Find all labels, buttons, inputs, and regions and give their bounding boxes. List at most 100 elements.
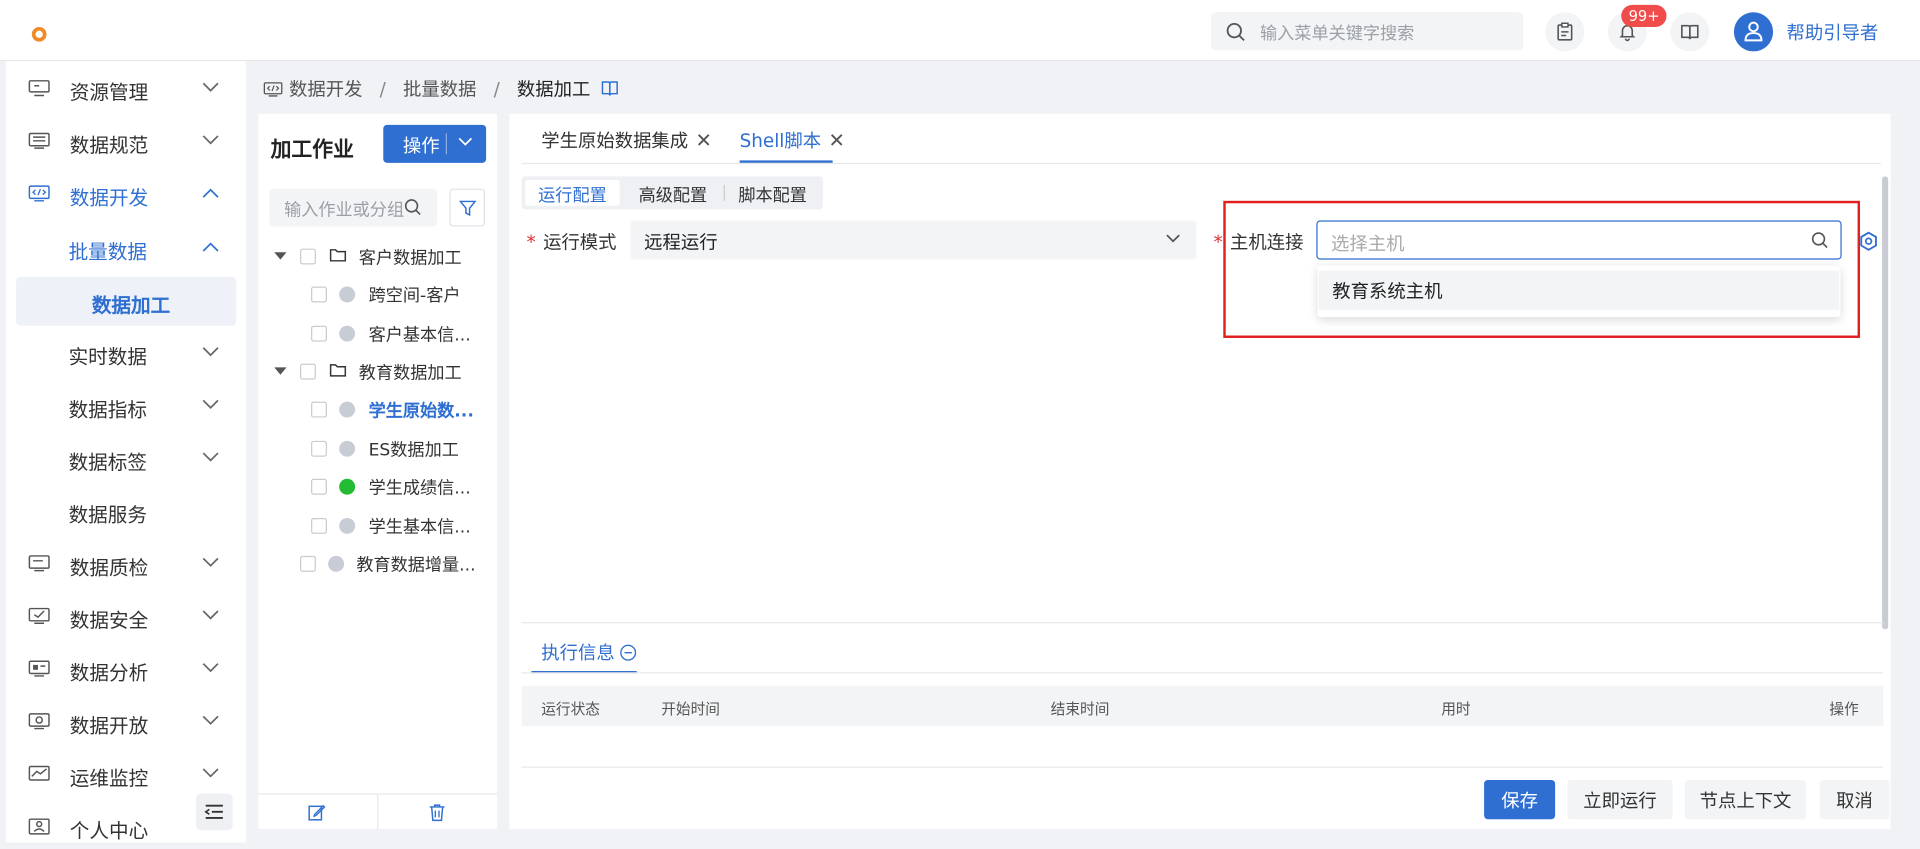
chevron-down-icon bbox=[202, 82, 219, 92]
username[interactable]: 帮助引导者 bbox=[1787, 20, 1879, 46]
trash-icon[interactable] bbox=[429, 803, 446, 822]
minus-circle-icon[interactable] bbox=[620, 644, 637, 661]
chevron-down-icon bbox=[202, 347, 219, 357]
tree-label: 学生基本信... bbox=[368, 517, 471, 538]
breadcrumb-separator: / bbox=[493, 77, 500, 100]
sidebar-item-analysis[interactable]: 数据分析 bbox=[6, 644, 246, 693]
tree-folder[interactable]: 教育数据加工 bbox=[258, 354, 497, 388]
breadcrumb-item[interactable]: 数据开发 bbox=[289, 76, 362, 102]
checkbox[interactable] bbox=[300, 555, 316, 572]
tab-advanced-config[interactable]: 高级配置 bbox=[627, 180, 719, 206]
checkbox[interactable] bbox=[311, 286, 327, 303]
tree-item[interactable]: 学生基本信... bbox=[258, 508, 497, 542]
host-option[interactable]: 教育系统主机 bbox=[1318, 270, 1840, 310]
tree-item[interactable]: ES数据加工 bbox=[258, 431, 497, 465]
chevron-up-icon bbox=[202, 242, 219, 252]
sidebar-item-realtime[interactable]: 实时数据 bbox=[6, 328, 246, 377]
checkbox[interactable] bbox=[311, 401, 327, 418]
sidebar-item-label: 数据质检 bbox=[69, 555, 149, 580]
tab-run-config[interactable]: 运行配置 bbox=[525, 180, 620, 206]
expand-arrow-icon[interactable] bbox=[274, 367, 287, 375]
book-icon bbox=[1681, 24, 1699, 40]
avatar[interactable] bbox=[1733, 12, 1774, 52]
operation-button[interactable]: 操作 bbox=[383, 124, 487, 163]
manual-book-icon[interactable] bbox=[601, 81, 618, 97]
guide-book-button[interactable] bbox=[1670, 12, 1710, 52]
tree-folder[interactable]: 客户数据加工 bbox=[258, 239, 497, 273]
column-header: 开始时间 bbox=[661, 700, 721, 718]
sidebar-item-dev[interactable]: 数据开发 bbox=[6, 169, 246, 218]
user-icon bbox=[1744, 21, 1763, 42]
tree-item[interactable]: 客户基本信... bbox=[258, 316, 497, 350]
tree-label: 学生成绩信... bbox=[368, 478, 471, 499]
save-button[interactable]: 保存 bbox=[1484, 780, 1556, 820]
status-dot-success bbox=[339, 478, 356, 495]
tree-panel-footer bbox=[258, 793, 498, 831]
expand-arrow-icon[interactable] bbox=[274, 252, 287, 260]
sidebar-item-service[interactable]: 数据服务 bbox=[6, 486, 246, 535]
sidebar-item-batch[interactable]: 批量数据 bbox=[6, 223, 246, 272]
checkbox[interactable] bbox=[311, 517, 327, 534]
host-select-input[interactable]: 选择主机 bbox=[1316, 220, 1842, 260]
breadcrumb: 数据开发 / 批量数据 / 数据加工 bbox=[263, 76, 618, 102]
sidebar-item-spec[interactable]: 数据规范 bbox=[6, 116, 246, 165]
sidebar-collapse-button[interactable] bbox=[195, 793, 233, 831]
sidebar-item-label: 数据标签 bbox=[68, 450, 147, 474]
breadcrumb-separator: / bbox=[379, 77, 386, 100]
checkbox[interactable] bbox=[311, 325, 327, 342]
scrollbar[interactable] bbox=[1882, 176, 1889, 630]
sidebar-item-open[interactable]: 数据开放 bbox=[6, 697, 246, 746]
tree-item[interactable]: 教育数据增量... bbox=[258, 546, 497, 580]
folder-icon bbox=[329, 249, 347, 262]
search-icon bbox=[1811, 232, 1828, 249]
clipboard-button[interactable] bbox=[1545, 12, 1585, 52]
tree-item[interactable]: 跨空间-客户 bbox=[258, 277, 497, 311]
node-context-button[interactable]: 节点上下文 bbox=[1684, 780, 1807, 820]
sidebar-item-quality[interactable]: 数据质检 bbox=[6, 539, 246, 588]
chevron-down-icon[interactable] bbox=[458, 137, 473, 147]
close-icon[interactable]: ✕ bbox=[696, 129, 712, 152]
run-mode-select[interactable]: 远程运行 bbox=[630, 220, 1197, 260]
chevron-up-icon bbox=[202, 188, 219, 198]
tab-exec-info[interactable]: 执行信息 bbox=[541, 639, 637, 665]
job-search-input[interactable]: 输入作业或分组 bbox=[269, 188, 438, 227]
analysis-icon bbox=[28, 660, 50, 677]
checkbox[interactable] bbox=[300, 363, 316, 380]
checkbox[interactable] bbox=[311, 440, 327, 457]
run-mode-value: 远程运行 bbox=[644, 231, 718, 254]
settings-icon[interactable] bbox=[1859, 231, 1879, 251]
tab-student-raw-data[interactable]: 学生原始数据集成 ✕ bbox=[541, 127, 712, 153]
close-icon[interactable]: ✕ bbox=[828, 129, 844, 152]
checkbox[interactable] bbox=[311, 478, 327, 495]
sidebar-item-metrics[interactable]: 数据指标 bbox=[6, 381, 246, 430]
host-connection-label: * 主机连接 bbox=[1213, 231, 1304, 254]
sidebar-item-ops[interactable]: 运维监控 bbox=[6, 749, 246, 798]
sidebar-item-security[interactable]: 数据安全 bbox=[6, 591, 246, 640]
tab-shell-script[interactable]: Shell脚本 ✕ bbox=[740, 127, 845, 153]
sidebar-item-processing[interactable]: 数据加工 bbox=[15, 276, 237, 326]
checkbox[interactable] bbox=[300, 248, 316, 265]
filter-button[interactable] bbox=[449, 188, 485, 227]
column-header: 操作 bbox=[1829, 700, 1859, 718]
sidebar-item-tags[interactable]: 数据标签 bbox=[6, 433, 246, 482]
breadcrumb-item[interactable]: 批量数据 bbox=[403, 76, 476, 102]
column-header: 运行状态 bbox=[541, 700, 601, 718]
notification-badge: 99+ bbox=[1621, 4, 1667, 27]
edit-icon[interactable] bbox=[307, 803, 326, 821]
menu-search-input[interactable]: 输入菜单关键字搜索 bbox=[1211, 12, 1524, 51]
run-mode-label: * 运行模式 bbox=[526, 231, 617, 254]
sidebar-item-resource[interactable]: 资源管理 bbox=[6, 64, 246, 113]
tree-label: 跨空间-客户 bbox=[368, 286, 461, 307]
cancel-button[interactable]: 取消 bbox=[1819, 780, 1890, 820]
status-dot bbox=[339, 325, 356, 342]
exec-table-header: 运行状态 开始时间 结束时间 用时 操作 bbox=[521, 685, 1884, 727]
tree-item-selected[interactable]: 学生原始数... bbox=[258, 392, 497, 426]
code-icon bbox=[263, 81, 283, 96]
server-icon bbox=[28, 80, 50, 97]
tree-item[interactable]: 学生成绩信... bbox=[258, 469, 497, 503]
tab-script-config[interactable]: 脚本配置 bbox=[727, 180, 818, 206]
code-icon bbox=[28, 185, 50, 202]
run-now-button[interactable]: 立即运行 bbox=[1567, 780, 1673, 820]
status-dot bbox=[339, 286, 356, 303]
menu-search-placeholder: 输入菜单关键字搜索 bbox=[1260, 24, 1415, 45]
